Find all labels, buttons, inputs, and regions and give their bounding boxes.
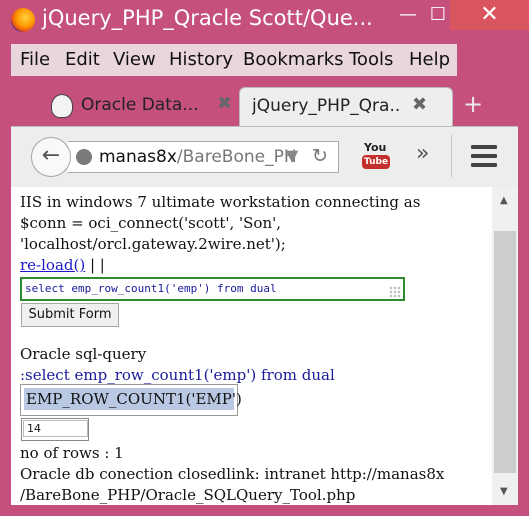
sql-query-textarea[interactable]: select emp_row_count1('emp') from dual xyxy=(20,277,405,301)
url-path: /BareBone_PH xyxy=(176,147,297,167)
sql-query-value: select emp_row_count1('emp') from dual xyxy=(25,282,277,295)
scroll-down-icon[interactable]: ▼ xyxy=(500,486,508,497)
tab-close-icon[interactable]: ✖ xyxy=(412,94,427,115)
menu-edit[interactable]: Edit xyxy=(65,49,100,70)
hamburger-menu-icon[interactable] xyxy=(471,145,497,167)
tab-jquery-php[interactable]: jQuery_PHP_Qra... ✖ xyxy=(239,87,453,126)
resize-grip-icon[interactable] xyxy=(389,286,401,298)
path-text: /BareBone_PHP/Oracle_SQLQuery_Tool.php xyxy=(20,486,356,504)
youtube-tube-text: Tube xyxy=(362,155,390,169)
close-button[interactable]: ✕ xyxy=(450,0,529,30)
menu-file[interactable]: File xyxy=(20,49,50,70)
youtube-icon[interactable]: You Tube xyxy=(362,141,390,175)
url-text: manas8x/BareBone_PH xyxy=(99,147,297,167)
column-header: EMP_ROW_COUNT1('EMP') xyxy=(24,388,242,410)
tab-oracle-data[interactable]: Oracle Data... ✖ xyxy=(47,87,237,125)
new-tab-icon[interactable]: + xyxy=(463,90,483,118)
closed-text: Oracle db conection closedlink: intranet… xyxy=(20,465,445,483)
host-text: 'localhost/orcl.gateway.2wire.net'); xyxy=(20,235,286,253)
conn-text: $conn = oci_connect('scott', 'Son', xyxy=(20,214,281,232)
reload-line: re-load() | | xyxy=(20,256,105,274)
query-echo: :select emp_row_count1('emp') from dual xyxy=(20,366,335,384)
toolbar-separator xyxy=(451,135,452,177)
url-host: manas8x xyxy=(99,147,177,167)
tab-strip: Oracle Data... ✖ jQuery_PHP_Qra... ✖ + xyxy=(11,80,518,126)
page-content: IIS in windows 7 ultimate workstation co… xyxy=(11,187,492,505)
globe-icon xyxy=(76,149,92,165)
window-title: jQuery_PHP_Qracle Scott/Que... xyxy=(42,6,373,30)
reload-separator: | | xyxy=(85,256,105,274)
browser-window: jQuery_PHP_Qracle Scott/Que... — ☐ ✕ Fil… xyxy=(0,0,529,516)
menu-view[interactable]: View xyxy=(113,49,156,70)
oracle-heading: Oracle sql-query xyxy=(20,345,147,363)
dropdown-icon[interactable]: ▼ xyxy=(286,146,298,165)
menu-history[interactable]: History xyxy=(169,49,233,70)
scroll-thumb[interactable] xyxy=(494,231,516,473)
oracle-favicon-icon xyxy=(51,94,73,118)
rows-count-text: no of rows : 1 xyxy=(20,444,124,462)
result-table-header: EMP_ROW_COUNT1('EMP') xyxy=(20,384,242,416)
url-bar[interactable]: manas8x/BareBone_PH ▼ ↻ xyxy=(68,141,339,173)
result-value: 14 xyxy=(23,420,88,437)
submit-form-button[interactable]: Submit Form xyxy=(21,303,119,327)
menu-help[interactable]: Help xyxy=(409,49,450,70)
overflow-chevron-icon[interactable]: » xyxy=(416,141,429,166)
reload-icon[interactable]: ↻ xyxy=(312,145,328,167)
menu-tools[interactable]: Tools xyxy=(349,49,393,70)
tab-label: jQuery_PHP_Qra... xyxy=(252,96,402,116)
back-button[interactable]: ← xyxy=(31,137,71,177)
title-bar[interactable]: jQuery_PHP_Qracle Scott/Que... — ☐ ✕ xyxy=(0,0,529,40)
youtube-you-text: You xyxy=(364,141,387,154)
tab-close-icon[interactable]: ✖ xyxy=(217,93,232,114)
navigation-toolbar: manas8x/BareBone_PH ▼ ↻ ← You Tube » xyxy=(11,126,518,188)
menu-bookmarks[interactable]: Bookmarks xyxy=(243,49,344,70)
reload-link[interactable]: re-load() xyxy=(20,256,85,274)
vertical-scrollbar[interactable]: ▲ ▼ xyxy=(492,187,518,505)
firefox-icon xyxy=(11,8,35,32)
iis-text: IIS in windows 7 ultimate workstation co… xyxy=(20,193,421,211)
menu-bar: File Edit View History Bookmarks Tools H… xyxy=(11,44,457,76)
scroll-up-icon[interactable]: ▲ xyxy=(500,195,508,206)
tab-label: Oracle Data... xyxy=(81,95,199,115)
result-cell: 14 xyxy=(21,418,89,441)
